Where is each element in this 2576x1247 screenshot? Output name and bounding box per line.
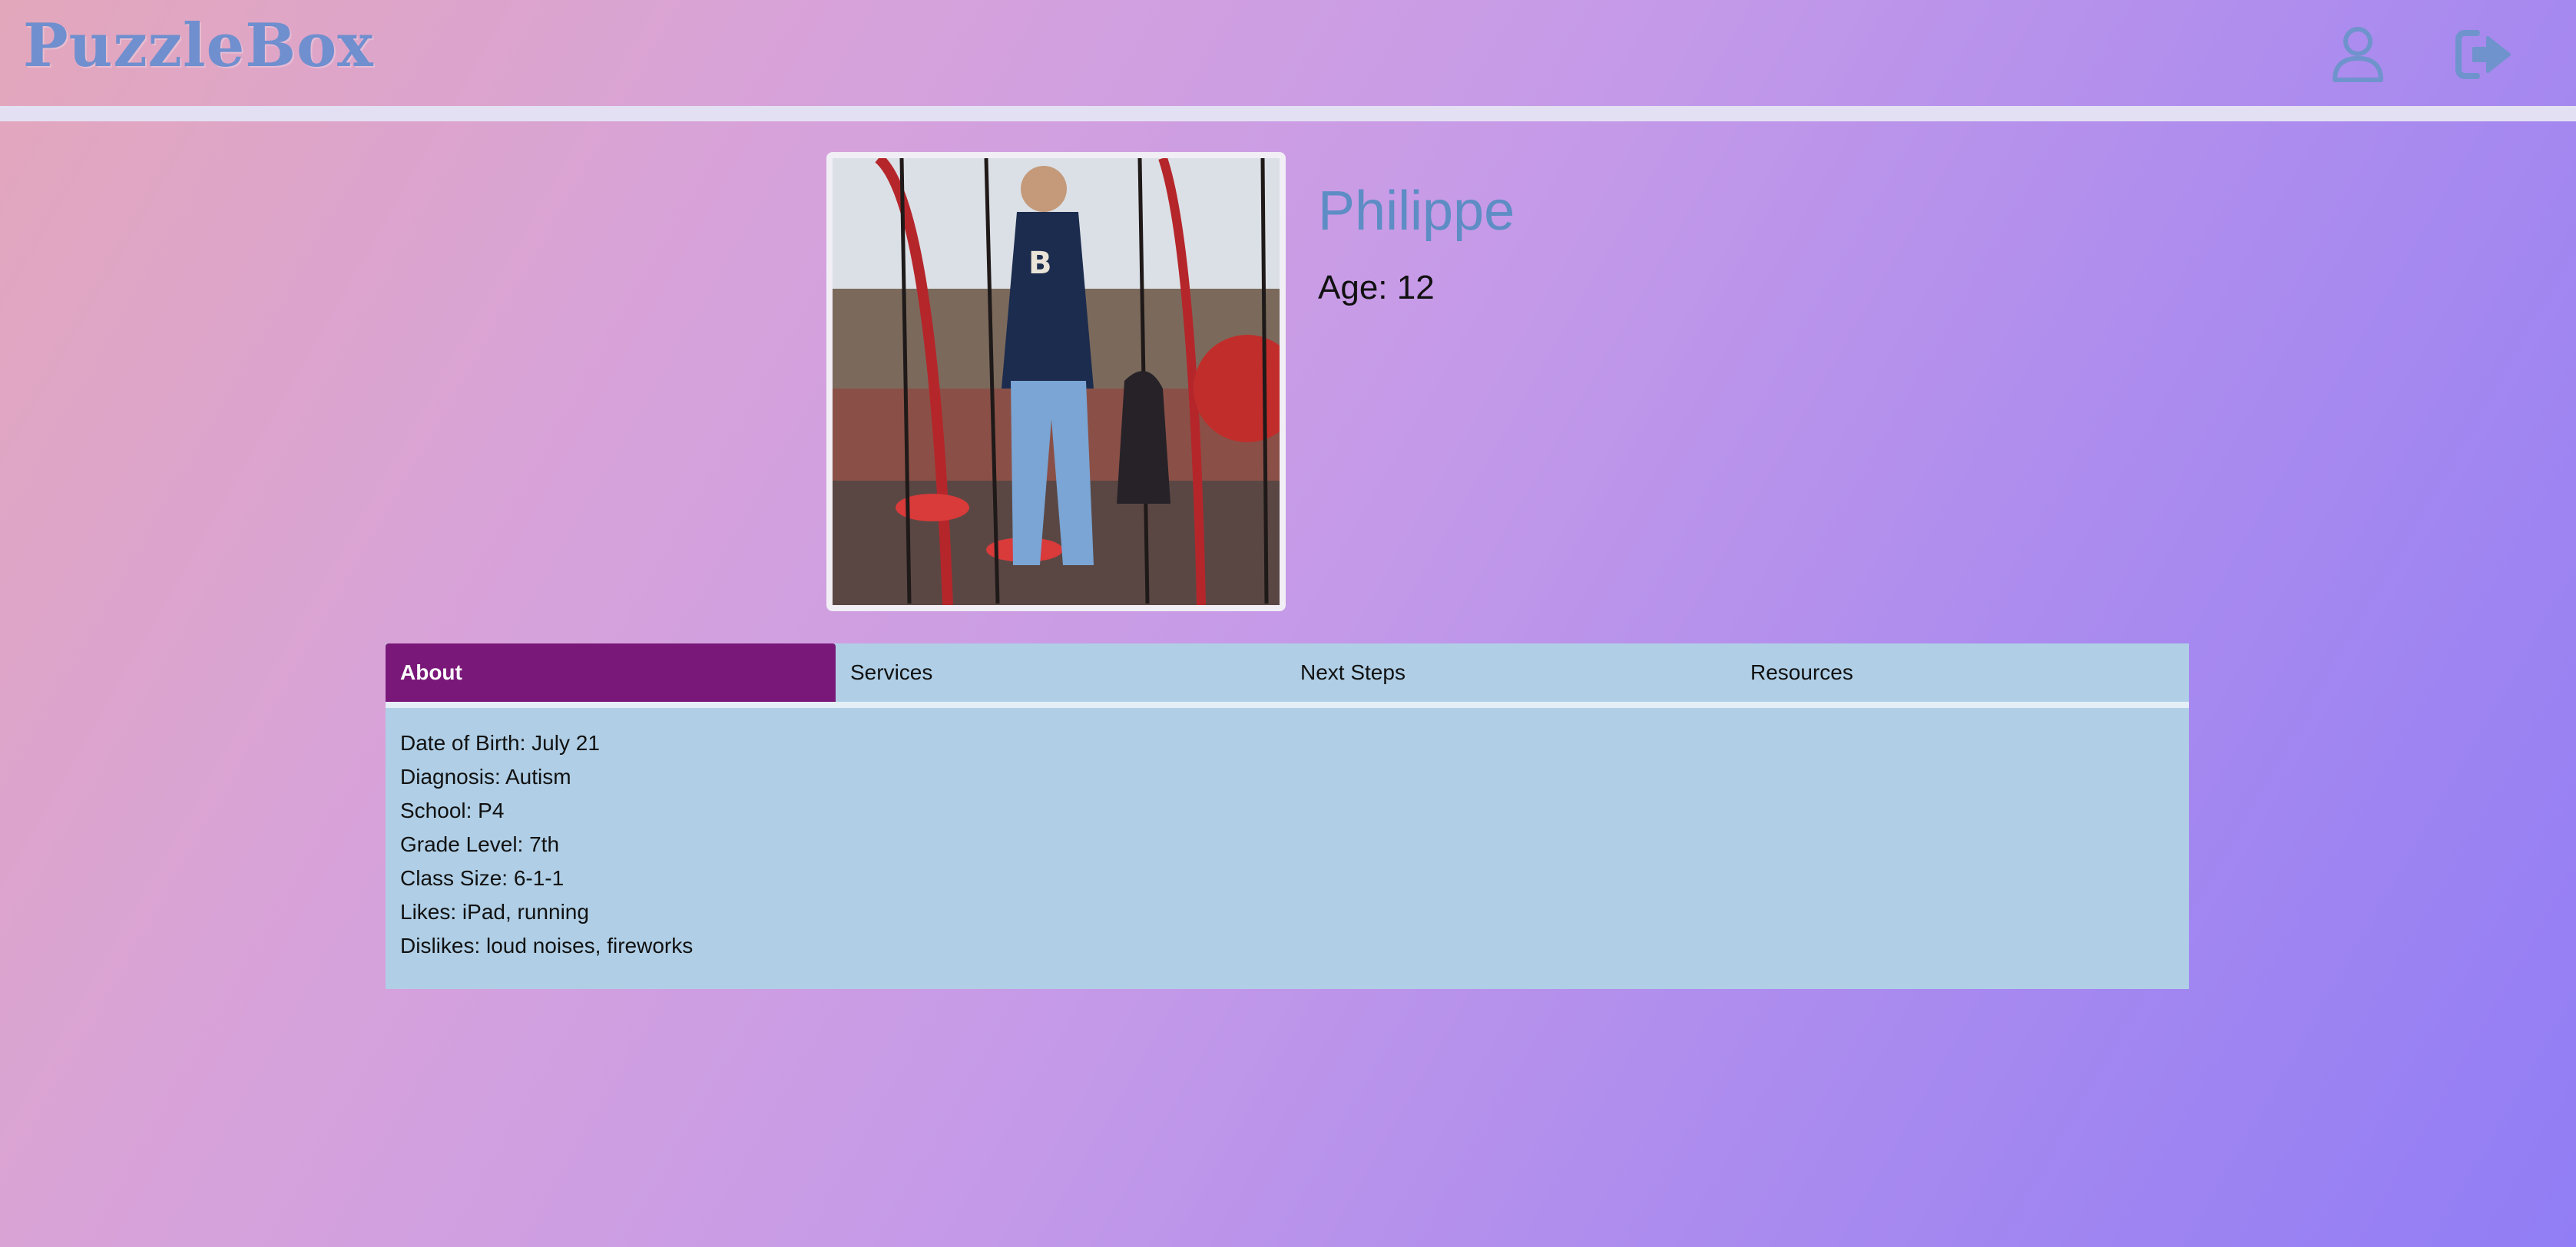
app-logo[interactable]: PuzzleBox [23,11,374,81]
detail-dislikes: Dislikes: loud noises, fireworks [400,934,694,958]
logout-icon[interactable] [2454,27,2515,88]
user-icon[interactable] [2327,23,2389,84]
profile-photo-frame: B [826,152,1286,611]
detail-grade-level: Grade Level: 7th [400,832,560,856]
profile-tabs: About Services Next Steps Resources [386,643,2189,702]
svg-text:B: B [1028,246,1052,281]
profile-name: Philippe [1318,180,1515,242]
profile-age: Age: 12 [1318,269,1435,306]
header-divider [0,106,2576,121]
detail-diagnosis: Diagnosis: Autism [400,765,571,789]
tab-about[interactable]: About [386,643,836,702]
detail-likes: Likes: iPad, running [400,900,589,924]
tab-resources[interactable]: Resources [1736,643,2186,702]
tab-divider [386,702,2189,708]
profile-photo: B [833,158,1280,605]
detail-school: School: P4 [400,799,505,822]
about-panel: Date of Birth: July 21 Diagnosis: Autism… [386,708,2189,989]
tab-services[interactable]: Services [836,643,1286,702]
detail-date-of-birth: Date of Birth: July 21 [400,731,600,755]
detail-class-size: Class Size: 6-1-1 [400,866,565,890]
tab-next-steps[interactable]: Next Steps [1286,643,1736,702]
top-header: PuzzleBox [0,0,2576,106]
